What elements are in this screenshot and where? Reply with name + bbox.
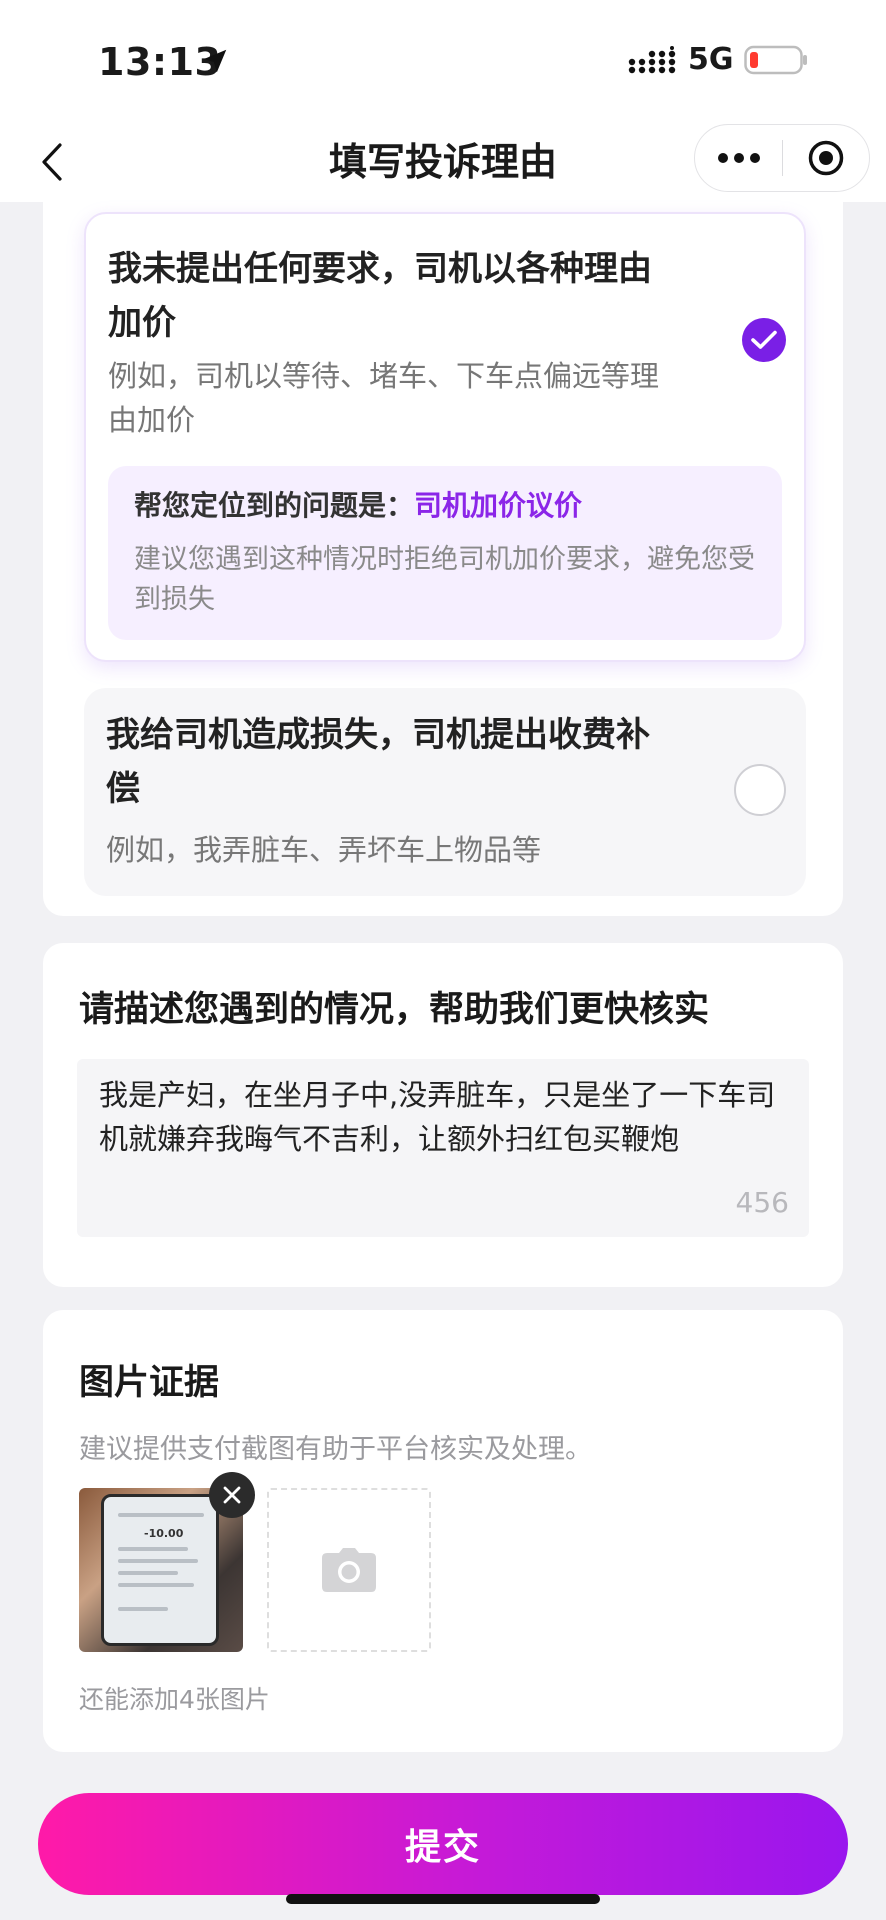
miniprogram-capsule xyxy=(694,124,870,192)
location-arrow-icon xyxy=(203,49,227,73)
photo-title: 图片证据 xyxy=(79,1363,220,1403)
submit-label: 提交 xyxy=(404,1827,481,1868)
thumbnail-line xyxy=(118,1513,204,1517)
home-indicator xyxy=(286,1894,600,1904)
hint-label-text: 帮您定位到的问题是： xyxy=(134,489,415,522)
more-button[interactable] xyxy=(695,125,782,191)
camera-icon xyxy=(322,1548,376,1592)
thumbnail-phone-screen: -10.00 xyxy=(101,1494,219,1646)
option-title: 我给司机造成损失，司机提出收费补偿 xyxy=(106,715,650,809)
back-icon xyxy=(42,143,62,181)
description-textarea[interactable]: 我是产妇，在坐月子中,没弄脏车，只是坐了一下车司机就嫌弃我晦气不吉利，让额外扫红… xyxy=(77,1059,809,1237)
reason-option-price-increase[interactable]: 我未提出任何要求，司机以各种理由加价 例如，司机以等待、堵车、下车点偏远等理由加… xyxy=(84,212,806,662)
status-bar: 13:13 5G xyxy=(0,0,886,120)
thumbnail-amount: -10.00 xyxy=(144,1527,184,1540)
thumbnail-line xyxy=(118,1571,178,1575)
reason-option-compensation[interactable]: 我给司机造成损失，司机提出收费补偿 例如，我弄脏车、弄坏车上物品等 xyxy=(84,688,806,896)
char-count: 456 xyxy=(735,1186,789,1219)
thumbnail-line xyxy=(118,1583,194,1587)
close-miniprogram-button[interactable] xyxy=(783,125,869,191)
radio-selected[interactable] xyxy=(742,318,786,362)
hint-text: 建议您遇到这种情况时拒绝司机加价要求，避免您受到损失 xyxy=(134,544,755,615)
hint-label: 帮您定位到的问题是：司机加价议价 xyxy=(134,484,582,528)
option-description: 例如，我弄脏车、弄坏车上物品等 xyxy=(106,833,542,867)
submit-button[interactable]: 提交 xyxy=(38,1793,848,1895)
battery-icon xyxy=(744,45,807,75)
more-icon xyxy=(717,153,760,163)
option-title: 我未提出任何要求，司机以各种理由加价 xyxy=(108,249,652,343)
close-icon xyxy=(223,1486,241,1504)
nav-bar: 填写投诉理由 xyxy=(0,120,886,202)
thumbnail-line xyxy=(118,1559,198,1563)
thumbnail-line xyxy=(118,1547,188,1551)
diagnosis-hint-box: 帮您定位到的问题是：司机加价议价 建议您遇到这种情况时拒绝司机加价要求，避免您受… xyxy=(108,466,782,640)
back-button[interactable] xyxy=(28,134,76,190)
thumbnail-line xyxy=(118,1607,168,1611)
add-photo-button[interactable] xyxy=(267,1488,431,1652)
photo-remaining-text: 还能添加4张图片 xyxy=(79,1685,270,1714)
photo-evidence-card: 图片证据 建议提供支付截图有助于平台核实及处理。 -10.00 还能添加4张图片 xyxy=(43,1310,843,1752)
radio-unselected[interactable] xyxy=(734,764,786,816)
hint-value: 司机加价议价 xyxy=(414,489,583,522)
signal-icon xyxy=(628,46,676,74)
target-icon xyxy=(808,140,844,176)
remove-photo-button[interactable] xyxy=(209,1472,255,1518)
description-card: 请描述您遇到的情况，帮助我们更快核实 我是产妇，在坐月子中,没弄脏车，只是坐了一… xyxy=(43,943,843,1287)
check-icon xyxy=(751,330,777,349)
option-description: 例如，司机以等待、堵车、下车点偏远等理由加价 xyxy=(108,359,660,437)
network-type: 5G xyxy=(688,42,734,77)
description-text: 我是产妇，在坐月子中,没弄脏车，只是坐了一下车司机就嫌弃我晦气不吉利，让额外扫红… xyxy=(99,1078,776,1156)
description-title: 请描述您遇到的情况，帮助我们更快核实 xyxy=(79,990,710,1030)
photo-subtitle: 建议提供支付截图有助于平台核实及处理。 xyxy=(79,1434,592,1465)
